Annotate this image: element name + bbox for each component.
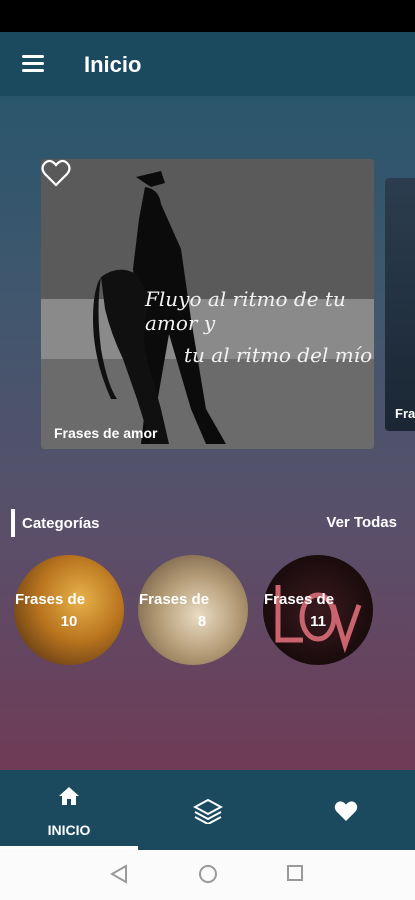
category-count: 10 xyxy=(60,613,78,630)
nav-home[interactable]: INICIO xyxy=(0,770,138,850)
card-quote-line-1: Fluyo al ritmo de tu amor y xyxy=(145,287,346,335)
nav-home-label: INICIO xyxy=(47,822,91,838)
nav-categories[interactable] xyxy=(138,770,277,850)
status-bar xyxy=(0,0,415,32)
main-content: Fluyo al ritmo de tu amor y tu al ritmo … xyxy=(0,96,415,770)
category-label: Frases de xyxy=(264,591,335,608)
next-card-caption: Fra xyxy=(395,406,415,421)
card-quote-line-2: tu al ritmo del mío xyxy=(184,343,373,367)
category-count: 11 xyxy=(310,613,326,630)
nav-favorites[interactable] xyxy=(277,770,415,850)
see-all-link[interactable]: Ver Todas xyxy=(326,514,397,531)
category-label: Frases de xyxy=(139,591,210,608)
next-card[interactable]: Fra xyxy=(385,178,415,431)
favorite-outline-icon[interactable] xyxy=(41,159,71,187)
category-count: 8 xyxy=(197,613,207,630)
system-navigation-bar xyxy=(0,850,415,900)
section-accent-bar xyxy=(11,509,15,537)
bottom-navigation: INICIO xyxy=(0,770,415,850)
categories-title: Categorías xyxy=(22,515,100,532)
hamburger-menu-icon[interactable] xyxy=(18,52,48,76)
category-circle-1[interactable]: Frases de 10 xyxy=(14,555,124,665)
back-icon[interactable] xyxy=(110,864,128,884)
category-circle-2[interactable]: Frases de 8 xyxy=(138,555,248,665)
home-icon xyxy=(59,787,79,805)
layers-icon xyxy=(193,798,223,824)
recents-icon[interactable] xyxy=(286,864,304,882)
card-caption: Frases de amor xyxy=(54,425,158,441)
category-label: Frases de xyxy=(15,591,86,608)
heart-icon xyxy=(334,801,358,821)
category-circle-3[interactable]: Frases de 11 xyxy=(263,555,373,665)
categories-header: Categorías Ver Todas xyxy=(0,509,415,539)
app-bar: Inicio xyxy=(0,32,415,96)
featured-card[interactable]: Fluyo al ritmo de tu amor y tu al ritmo … xyxy=(41,159,374,449)
home-circle-icon[interactable] xyxy=(198,864,218,884)
page-title: Inicio xyxy=(84,52,142,77)
love-word-graphic xyxy=(275,585,362,654)
